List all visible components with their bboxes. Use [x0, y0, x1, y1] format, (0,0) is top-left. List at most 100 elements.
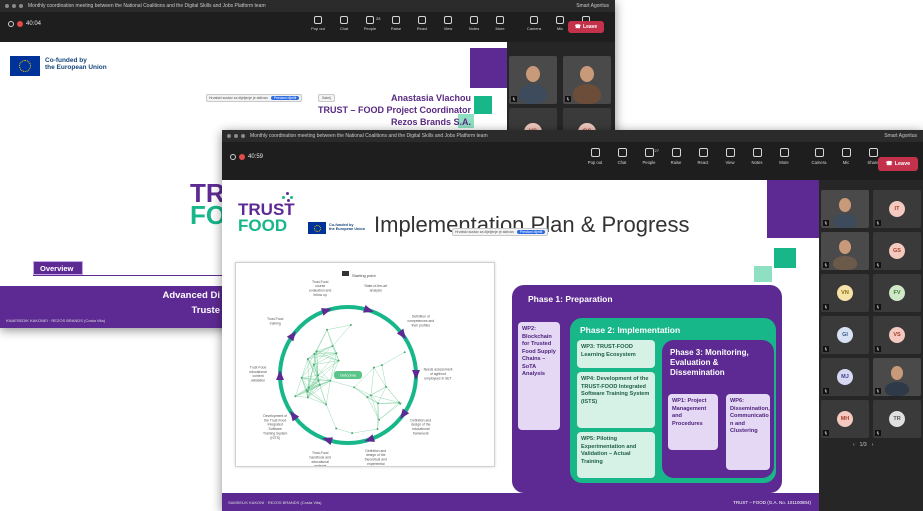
network-node — [306, 390, 309, 393]
toolbar-people-button[interactable]: 28 People — [360, 16, 380, 31]
shield-icon — [230, 154, 236, 160]
react-icon — [698, 148, 708, 157]
toolbar-raise-button[interactable]: Raise — [665, 148, 687, 165]
toolbar-label: Share — [867, 160, 879, 165]
person-silhouette — [833, 256, 857, 270]
phase-2-title: Phase 2: Implementation — [580, 325, 681, 335]
window-controls[interactable] — [5, 4, 23, 8]
wp4-card: WP4: Development of the TRUST-FOOD Integ… — [577, 372, 655, 428]
participant-tile-it[interactable]: IT 🎙 — [873, 190, 921, 228]
toolbar-label: Pop out — [587, 160, 603, 165]
toolbar-pop-out-button[interactable]: Pop out — [584, 148, 606, 165]
chevron-right-icon[interactable]: › — [872, 442, 874, 448]
mic-muted-icon: 🎙 — [823, 346, 829, 352]
participant-avatar: FV — [889, 285, 905, 301]
participant-initials: VS — [893, 332, 901, 338]
toolbar-label: People — [363, 26, 377, 31]
toolbar-label: Camera — [526, 26, 542, 31]
person-silhouette — [519, 84, 547, 104]
network-node — [380, 364, 383, 367]
participant-avatar: MH — [837, 411, 853, 427]
toolbar-buttons: Pop out Chat 28 People Raise React View Notes Mo… — [308, 16, 596, 31]
participant-initials: TR — [893, 416, 901, 422]
toolbar-notes-button[interactable]: Notes — [746, 148, 768, 165]
participant-pager[interactable]: ‹ 1/3 › — [853, 442, 873, 448]
timer-text: 40:59 — [248, 154, 264, 160]
participant-tile-mh[interactable]: MH 🎙 — [821, 400, 869, 438]
mic-icon — [556, 16, 564, 24]
network-node — [351, 432, 354, 435]
chevron-left-icon[interactable]: ‹ — [853, 442, 855, 448]
toolbar-view-button[interactable]: View — [438, 16, 458, 31]
cycle-step-label: Trust-Food course evaluation and follow up — [309, 280, 331, 297]
toolbar-more-button[interactable]: More — [490, 16, 510, 31]
toolbar-chat-button[interactable]: Chat — [611, 148, 633, 165]
participant-initials: FV — [893, 290, 901, 296]
toolbar-view-button[interactable]: View — [719, 148, 741, 165]
starting-point-label: Starting point — [352, 273, 376, 278]
network-node — [325, 403, 328, 406]
people-count: 28 — [376, 16, 381, 21]
leave-button[interactable]: ☎ Leave — [568, 21, 604, 33]
network-node — [307, 386, 310, 389]
toolbar-label: Chat — [339, 26, 349, 31]
phase-1-title: Phase 1: Preparation — [528, 294, 613, 304]
toolbar-chat-button[interactable]: Chat — [334, 16, 354, 31]
toolbar-label: People — [642, 160, 656, 165]
participant-video-tile[interactable]: 🎙 — [873, 358, 921, 396]
network-node — [306, 357, 309, 360]
cycle-step-label: Trust-Food training — [267, 317, 284, 325]
window-controls[interactable] — [227, 134, 245, 138]
network-node — [315, 350, 318, 353]
toolbar-more-button[interactable]: More — [773, 148, 795, 165]
toolbar-label: Raise — [390, 26, 402, 31]
participant-video-tile[interactable]: 🎙 — [509, 56, 557, 104]
stop-sharing-button[interactable]: Prestani dijeliti — [270, 96, 300, 100]
person-head — [839, 198, 851, 212]
leave-button[interactable]: ☎ Leave — [878, 157, 918, 171]
hand-icon — [671, 148, 681, 157]
participant-tile-vs[interactable]: VS 🎙 — [873, 316, 921, 354]
toolbar-mic-button[interactable]: Mic — [835, 148, 857, 165]
participant-tile-fv[interactable]: FV 🎙 — [873, 274, 921, 312]
toolbar-notes-button[interactable]: Notes — [464, 16, 484, 31]
react-icon — [418, 16, 426, 24]
cycle-step-label: Definition and design of the theoretical a… — [365, 449, 387, 467]
network-link — [378, 402, 400, 420]
toolbar-react-button[interactable]: React — [412, 16, 432, 31]
network-link — [354, 387, 371, 396]
participant-video-tile[interactable]: 🎙 — [821, 190, 869, 228]
participant-tile-gi[interactable]: GI 🎙 — [821, 316, 869, 354]
participant-tile-tr[interactable]: TR 🎙 — [873, 400, 921, 438]
participant-tile-mj[interactable]: MJ 🎙 — [821, 358, 869, 396]
title-bar: Monthly coordination meeting between the… — [222, 130, 923, 142]
network-link — [307, 391, 327, 405]
stop-sharing-button[interactable]: Prestani dijeliti — [516, 230, 546, 234]
network-link — [373, 364, 383, 368]
mic-muted-icon: 🎙 — [875, 220, 881, 226]
participant-video-tile[interactable]: 🎙 — [821, 232, 869, 270]
network-node — [369, 394, 372, 397]
participant-tile-vn[interactable]: VN 🎙 — [821, 274, 869, 312]
toolbar-camera-button[interactable]: Camera — [524, 16, 544, 31]
pager-text: 1/3 — [859, 442, 867, 448]
toolbar-people-button[interactable]: 27 People — [638, 148, 660, 165]
recording-icon — [17, 21, 23, 27]
more-icon — [779, 148, 789, 157]
diagram-svg: Outcome Starting point State-of-the-art ana… — [249, 271, 452, 467]
participant-avatar: GI — [837, 327, 853, 343]
toolbar-mic-button[interactable]: Mic — [550, 16, 570, 31]
title-bar: Monthly coordination meeting between the… — [0, 0, 615, 12]
network-node — [318, 384, 321, 387]
toolbar-react-button[interactable]: React — [692, 148, 714, 165]
cycle-arrow-icon — [276, 370, 284, 380]
network-node — [329, 379, 332, 382]
participant-tile-gs[interactable]: GS 🎙 — [873, 232, 921, 270]
toolbar-label: Raise — [670, 160, 682, 165]
meeting-timer: 40:59 — [230, 154, 263, 160]
toolbar-raise-button[interactable]: Raise — [386, 16, 406, 31]
toolbar-pop-out-button[interactable]: Pop out — [308, 16, 328, 31]
toolbar-camera-button[interactable]: Camera — [808, 148, 830, 165]
participant-video-tile[interactable]: 🎙 — [563, 56, 611, 104]
logo-dots-icon — [282, 192, 296, 204]
